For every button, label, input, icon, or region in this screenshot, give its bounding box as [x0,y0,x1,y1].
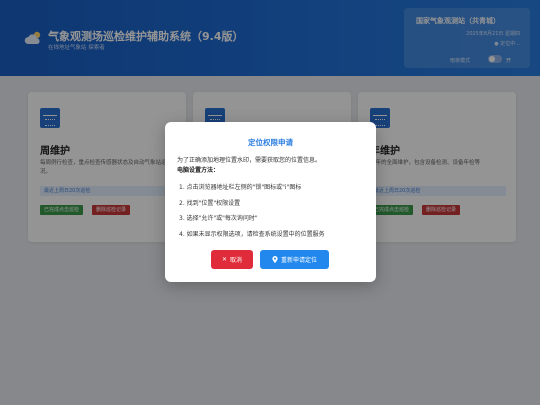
dialog-title: 定位权限申请 [248,138,293,147]
location-permission-dialog: 定位权限申请 为了正确添加地理位置水印，需要获取您的位置信息。 电脑设置方法： … [165,122,376,282]
cancel-button[interactable]: ✕ 取消 [211,250,253,269]
steps-list: 1. 点击浏览器地址栏左侧的"锁"图标或"i"图标 2. 找到"位置"权限设置 … [179,182,369,244]
step-item: 2. 找到"位置"权限设置 [179,199,241,207]
close-icon: ✕ [221,255,227,263]
cancel-button-label: 取消 [230,257,243,264]
retry-button-label: 重新申请定位 [280,257,317,264]
dialog-method-label: 电脑设置方法： [177,167,220,174]
step-item: 3. 选择"允许"或"每次询问时" [179,215,258,222]
step-item: 1. 点击浏览器地址栏左侧的"锁"图标或"i"图标 [179,184,302,191]
retry-location-button[interactable]: 重新申请定位 [260,250,329,269]
step-item: 4. 如果未显示权限选项，请检查系统设置中的位置服务 [179,230,325,238]
location-pin-icon [272,256,278,263]
dialog-intro: 为了正确添加地理位置水印，需要获取您的位置信息。 [177,157,322,164]
